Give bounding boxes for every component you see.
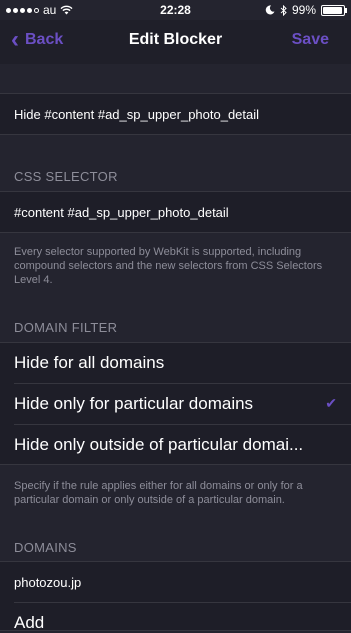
domains-header: DOMAINS <box>14 540 77 555</box>
domain-filter-footer: Specify if the rule applies either for a… <box>14 480 303 506</box>
status-bar: au 22:28 99% <box>0 0 351 20</box>
css-selector-footer: Every selector supported by WebKit is su… <box>14 246 323 286</box>
css-selector-header: CSS SELECTOR <box>14 169 118 184</box>
battery-percentage: 99% <box>291 3 316 17</box>
moon-icon <box>265 5 275 15</box>
domain-filter-header: DOMAIN FILTER <box>14 320 118 335</box>
navigation-bar: ‹ Back Edit Blocker Save <box>0 20 351 64</box>
domain-filter-option[interactable]: Hide only outside of particular domai... <box>0 425 351 465</box>
rule-name-cell[interactable]: Hide #content #ad_sp_upper_photo_detail <box>0 93 351 135</box>
battery-icon <box>321 4 347 16</box>
css-selector-field[interactable]: #content #ad_sp_upper_photo_detail <box>14 205 229 220</box>
domain-filter-option[interactable]: Hide for all domains <box>0 343 351 383</box>
bluetooth-icon <box>280 4 287 16</box>
rule-name-field[interactable]: Hide #content #ad_sp_upper_photo_detail <box>14 107 259 122</box>
status-bar-right: 99% <box>265 3 347 17</box>
option-label: Hide only outside of particular domai... <box>14 435 304 454</box>
add-domain-button[interactable]: Add <box>0 603 351 633</box>
domain-item[interactable]: photozou.jp <box>0 562 351 602</box>
domain-filter-list: Hide for all domains Hide only for parti… <box>0 342 351 465</box>
option-label: Hide for all domains <box>14 353 165 372</box>
domains-list: photozou.jp Add <box>0 561 351 633</box>
domain-label: photozou.jp <box>14 575 82 590</box>
checkmark-icon: ✔ <box>325 395 337 411</box>
option-label: Hide only for particular domains <box>14 394 254 413</box>
add-label: Add <box>14 613 45 632</box>
domain-filter-option[interactable]: Hide only for particular domains ✔ <box>0 384 351 424</box>
save-button[interactable]: Save <box>292 31 329 49</box>
css-selector-cell[interactable]: #content #ad_sp_upper_photo_detail <box>0 191 351 233</box>
